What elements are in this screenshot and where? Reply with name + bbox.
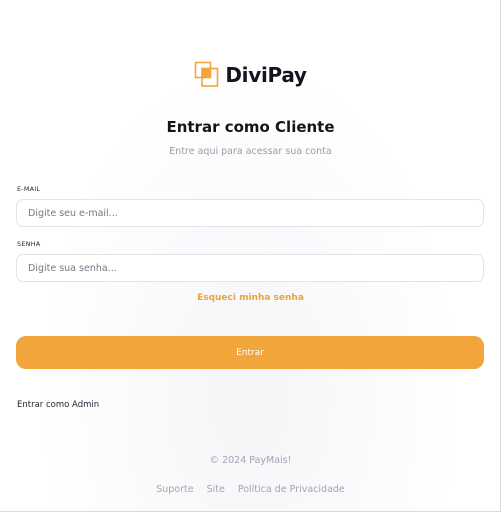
brand-header: DiviPay: [0, 61, 501, 89]
footer-link-site[interactable]: Site: [207, 484, 225, 495]
password-field[interactable]: [16, 254, 484, 282]
overlapping-squares-logo-icon: [194, 61, 220, 89]
email-label: E-MAIL: [17, 185, 41, 193]
email-field[interactable]: [16, 199, 484, 227]
page-title: Entrar como Cliente: [166, 118, 335, 136]
login-button[interactable]: Entrar: [16, 336, 484, 369]
login-page: DiviPay Entrar como Cliente Entre aqui p…: [0, 0, 501, 512]
copyright-text: © 2024 PayMais!: [209, 455, 292, 466]
footer-link-support[interactable]: Suporte: [156, 484, 193, 495]
brand-name: DiviPay: [225, 63, 307, 87]
admin-login-link[interactable]: Entrar como Admin: [17, 400, 99, 410]
footer-links: Suporte Site Política de Privacidade: [0, 484, 501, 495]
password-label: SENHA: [17, 240, 41, 248]
page-subtitle: Entre aqui para acessar sua conta: [169, 146, 332, 157]
forgot-password-link[interactable]: Esqueci minha senha: [0, 293, 501, 303]
footer-link-privacy-policy[interactable]: Política de Privacidade: [238, 484, 345, 495]
